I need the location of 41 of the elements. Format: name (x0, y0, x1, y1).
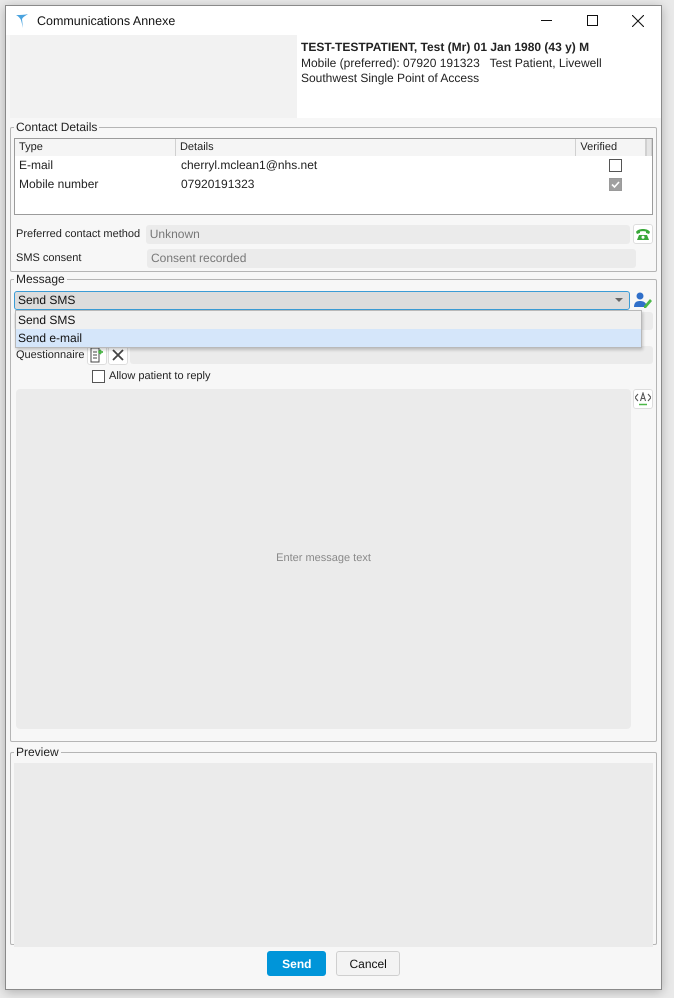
table-cell-text: 07920191323 (180, 176, 256, 193)
person-edit-icon (634, 291, 652, 309)
column-header: Details (176, 139, 576, 156)
verified-checkbox[interactable] (608, 159, 622, 172)
dropdown-option[interactable]: Send e-mail (16, 329, 641, 347)
message-type-dropdown[interactable]: Send SMS (14, 290, 630, 310)
close-icon[interactable] (632, 14, 644, 26)
document-add-icon (90, 347, 104, 363)
message-text-area[interactable]: Enter message text (16, 389, 632, 729)
patient-name: TEST-TESTPATIENT, Test (Mr) 01 Jan 1980 (43 y) M (301, 40, 590, 56)
phone-button[interactable] (633, 224, 653, 244)
column-header: Type (15, 139, 176, 156)
close-icon (112, 349, 124, 361)
input-field: Consent recorded (147, 248, 636, 268)
field-label: SMS consent (15, 252, 82, 264)
cancel-button[interactable]: Cancel (336, 951, 400, 976)
patient-contact: Mobile (preferred): 07920 191323 Test Patient, Livewell (301, 56, 603, 71)
text-format-button[interactable] (633, 389, 653, 409)
dropdown-option[interactable]: Send SMS (16, 311, 641, 329)
header-filler (646, 139, 652, 156)
patient-organisation: Southwest Single Point of Access (301, 71, 480, 86)
checkbox-label: Allow patient to reply (109, 370, 210, 382)
checkbox[interactable] (92, 370, 105, 382)
minimize-icon[interactable] (540, 20, 552, 21)
app-logo-icon (15, 12, 29, 28)
caret-icon (615, 298, 624, 302)
input-field: Unknown (146, 224, 630, 244)
text-format-icon (635, 392, 652, 406)
table-cell-text: Mobile number (18, 176, 100, 193)
table-cell-text: cherryl.mclean1@nhs.net (180, 157, 318, 174)
group-title: Preview (16, 745, 59, 759)
phone-icon (635, 227, 652, 241)
maximize-icon[interactable] (586, 15, 598, 26)
group-title: Contact Details (16, 120, 98, 134)
contact-edit-button[interactable] (633, 290, 653, 310)
table-cell-text: E-mail (18, 157, 54, 174)
window-title: Communications Annexe (37, 14, 176, 28)
field-label: Questionnaire (15, 349, 86, 361)
group-title: Message (16, 272, 65, 286)
field-label: Preferred contact method (15, 228, 142, 240)
verified-checkbox[interactable] (608, 178, 622, 191)
